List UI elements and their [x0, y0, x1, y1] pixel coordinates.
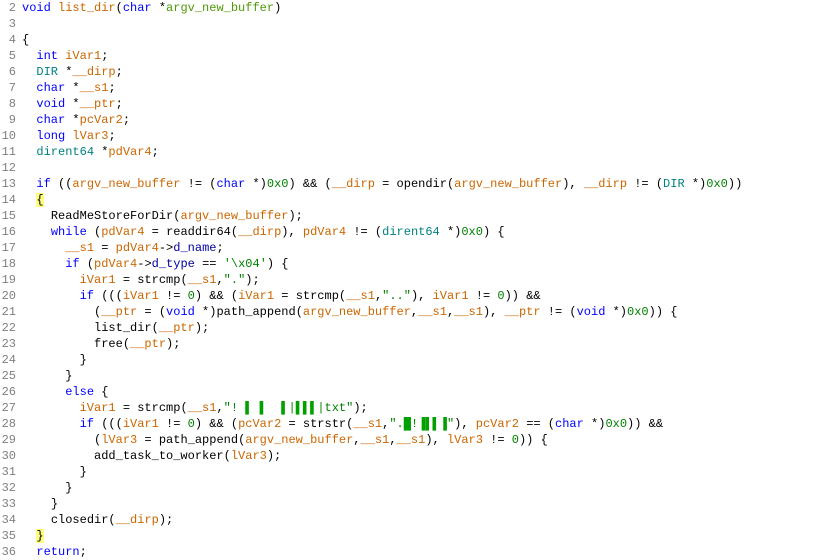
code-line[interactable]: ReadMeStoreForDir(argv_new_buffer); — [22, 208, 831, 224]
line-number: 21 — [0, 304, 16, 320]
line-number: 3 — [0, 16, 16, 32]
code-line[interactable]: add_task_to_worker(lVar3); — [22, 448, 831, 464]
code-line[interactable]: free(__ptr); — [22, 336, 831, 352]
code-line[interactable]: char *__s1; — [22, 80, 831, 96]
line-number: 6 — [0, 64, 16, 80]
line-number: 15 — [0, 208, 16, 224]
line-number: 33 — [0, 496, 16, 512]
line-number: 11 — [0, 144, 16, 160]
line-number: 35 — [0, 528, 16, 544]
code-line[interactable]: iVar1 = strcmp(__s1,"."); — [22, 272, 831, 288]
line-number: 18 — [0, 256, 16, 272]
code-line[interactable]: } — [22, 368, 831, 384]
line-number: 20 — [0, 288, 16, 304]
line-number: 22 — [0, 320, 16, 336]
code-line[interactable]: __s1 = pdVar4->d_name; — [22, 240, 831, 256]
code-line[interactable]: } — [22, 496, 831, 512]
line-number: 32 — [0, 480, 16, 496]
code-line[interactable]: { — [22, 192, 831, 208]
line-number: 2 — [0, 0, 16, 16]
line-number: 27 — [0, 400, 16, 416]
line-number-gutter: 2345678910111213141516171819202122232425… — [0, 0, 20, 557]
matching-brace-highlight: } — [36, 529, 43, 543]
line-number: 7 — [0, 80, 16, 96]
code-line[interactable]: } — [22, 480, 831, 496]
line-number: 5 — [0, 48, 16, 64]
code-line[interactable]: dirent64 *pdVar4; — [22, 144, 831, 160]
line-number: 10 — [0, 128, 16, 144]
code-line[interactable]: { — [22, 32, 831, 48]
code-line[interactable]: if ((argv_new_buffer != (char *)0x0) && … — [22, 176, 831, 192]
code-line[interactable]: if (((iVar1 != 0) && (iVar1 = strcmp(__s… — [22, 288, 831, 304]
code-line[interactable]: closedir(__dirp); — [22, 512, 831, 528]
code-line[interactable]: return; — [22, 544, 831, 560]
line-number: 30 — [0, 448, 16, 464]
code-line[interactable]: void list_dir(char *argv_new_buffer) — [22, 0, 831, 16]
code-line[interactable]: (__ptr = (void *)path_append(argv_new_bu… — [22, 304, 831, 320]
line-number: 28 — [0, 416, 16, 432]
line-number: 23 — [0, 336, 16, 352]
line-number: 12 — [0, 160, 16, 176]
code-line[interactable] — [22, 160, 831, 176]
code-line[interactable]: long lVar3; — [22, 128, 831, 144]
line-number: 24 — [0, 352, 16, 368]
line-number: 34 — [0, 512, 16, 528]
line-number: 17 — [0, 240, 16, 256]
line-number: 13 — [0, 176, 16, 192]
matching-brace-highlight: { — [36, 193, 43, 207]
code-line[interactable]: } — [22, 464, 831, 480]
code-line[interactable]: char *pcVar2; — [22, 112, 831, 128]
line-number: 16 — [0, 224, 16, 240]
code-line[interactable]: } — [22, 528, 831, 544]
line-number: 29 — [0, 432, 16, 448]
line-number: 8 — [0, 96, 16, 112]
line-number: 19 — [0, 272, 16, 288]
code-line[interactable]: } — [22, 352, 831, 368]
line-number: 25 — [0, 368, 16, 384]
code-line[interactable]: list_dir(__ptr); — [22, 320, 831, 336]
code-line[interactable]: else { — [22, 384, 831, 400]
line-number: 9 — [0, 112, 16, 128]
code-line[interactable]: while (pdVar4 = readdir64(__dirp), pdVar… — [22, 224, 831, 240]
code-line[interactable]: void *__ptr; — [22, 96, 831, 112]
code-editor-area[interactable]: void list_dir(char *argv_new_buffer) { in… — [20, 0, 831, 557]
code-line[interactable]: (lVar3 = path_append(argv_new_buffer,__s… — [22, 432, 831, 448]
line-number: 26 — [0, 384, 16, 400]
code-line[interactable]: DIR *__dirp; — [22, 64, 831, 80]
code-line[interactable]: if (pdVar4->d_type == '\x04') { — [22, 256, 831, 272]
line-number: 36 — [0, 544, 16, 560]
line-number: 4 — [0, 32, 16, 48]
line-number: 14 — [0, 192, 16, 208]
code-line[interactable]: iVar1 = strcmp(__s1,"! ▌ ▌ ▌|▌▌▌|txt"); — [22, 400, 831, 416]
code-line[interactable]: if (((iVar1 != 0) && (pcVar2 = strstr(__… — [22, 416, 831, 432]
code-line[interactable] — [22, 16, 831, 32]
code-line[interactable]: int iVar1; — [22, 48, 831, 64]
line-number: 31 — [0, 464, 16, 480]
